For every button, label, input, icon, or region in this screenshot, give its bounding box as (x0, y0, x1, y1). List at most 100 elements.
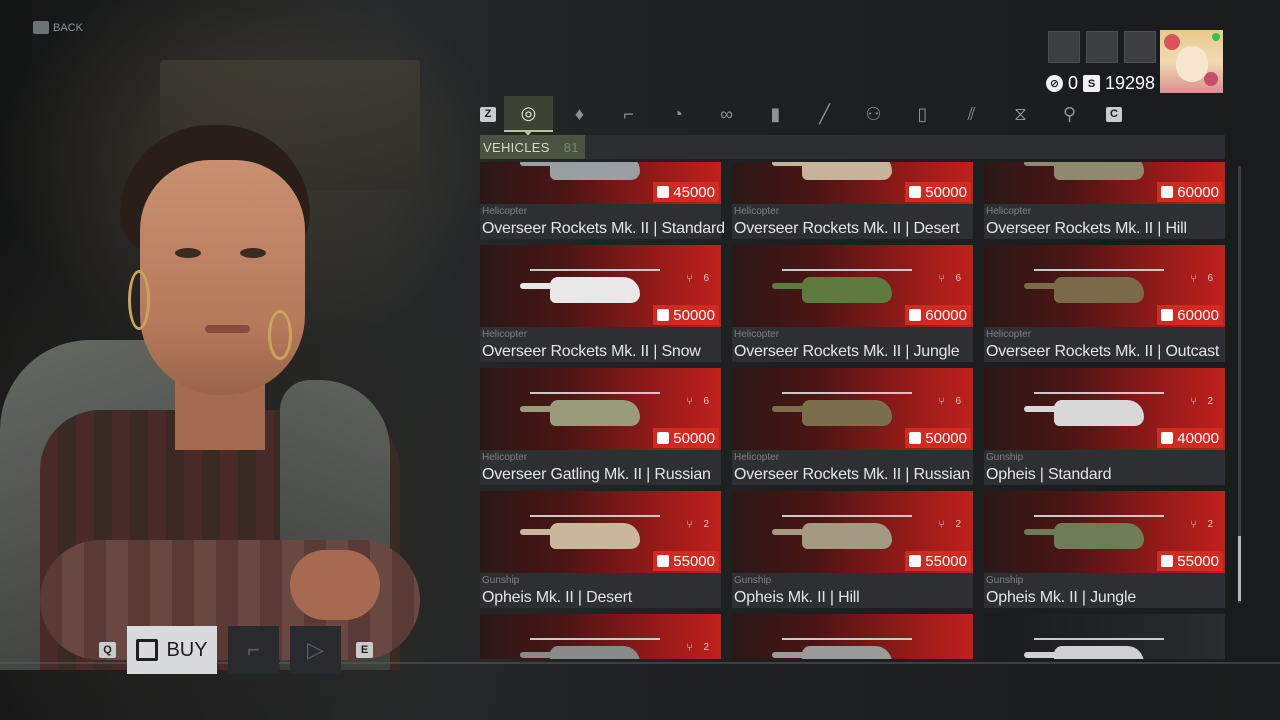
tab-ammo[interactable]: ⫽ (947, 96, 996, 132)
seat-count: 6 (1207, 273, 1213, 284)
tab-weapon[interactable]: ⌐ (604, 96, 653, 132)
vehicle-name: Overseer Rockets Mk. II | Russian (734, 466, 970, 483)
vehicle-card[interactable]: ⑂ 6 50000 Helicopter Overseer Rockets Mk. II… (480, 245, 721, 362)
tab-tool[interactable]: ⚲ (1045, 96, 1094, 132)
vehicle-card[interactable]: ⑂160000 Helicopter Overseer Rockets Mk. II… (984, 162, 1225, 239)
vehicle-image: ⑂ 2 40000 (984, 368, 1225, 450)
right-eye (240, 248, 266, 258)
vehicle-card[interactable]: ⑂ 2 55000 Gunship Opheis Mk. II | Jungle (984, 491, 1225, 608)
price-tag: 60000 (1157, 182, 1223, 202)
price-tag: 60000 (905, 305, 971, 325)
vehicle-name: Overseer Rockets Mk. II | Outcast (986, 343, 1220, 360)
helicopter-icon (1024, 162, 1164, 184)
vehicle-card[interactable]: ⑂ 6 60000 Helicopter Overseer Rockets Mk. II… (732, 245, 973, 362)
vehicle-card[interactable] (732, 614, 973, 659)
price-tag: 55000 (653, 551, 719, 571)
vehicle-image (732, 614, 973, 659)
gift-button[interactable]: ▷ (290, 626, 341, 674)
tab-knife[interactable]: ╱ (800, 96, 849, 132)
avatar-face (1176, 46, 1208, 82)
vehicle-card[interactable]: ⑂ 2 (480, 614, 721, 659)
vehicle-card[interactable]: ⑂ 2 40000 Gunship Opheis | Standard (984, 368, 1225, 485)
ammo-icon: ⫽ (967, 103, 976, 124)
empty-slot[interactable] (1124, 31, 1156, 63)
price-tag: 55000 (905, 551, 971, 571)
vehicle-type: Gunship (986, 452, 1024, 463)
q-key[interactable]: Q (99, 642, 116, 658)
vehicle-card[interactable]: ⑂ 6 50000 Helicopter Overseer Rockets Mk. II… (732, 368, 973, 485)
vehicle-name: Opheis Mk. II | Hill (734, 589, 860, 606)
tab-canister[interactable]: ▯ (898, 96, 947, 132)
tab-helmet[interactable]: ◔ (653, 96, 702, 132)
helicopter-icon (520, 162, 660, 184)
vehicle-type: Helicopter (482, 206, 528, 217)
price-tag: 50000 (653, 305, 719, 325)
scrollbar-thumb[interactable] (1238, 536, 1241, 601)
next-category-key[interactable]: C (1106, 106, 1122, 122)
equip-weapon-button[interactable]: ⌐ (228, 626, 279, 674)
tab-armor[interactable]: ▮ (751, 96, 800, 132)
scrollbar[interactable] (1238, 166, 1241, 603)
seat-count: 6 (955, 273, 961, 284)
seat-count: 6 (703, 396, 709, 407)
vehicle-name: Overseer Rockets Mk. II | Hill (986, 220, 1187, 237)
vehicle-card[interactable]: ⑂ 6 60000 Helicopter Overseer Rockets Mk. II… (984, 245, 1225, 362)
seat-icon: ⑂ (938, 519, 945, 531)
vehicle-type: Gunship (986, 575, 1024, 586)
back-label: BACK (53, 21, 83, 34)
tab-goggles[interactable]: ∞ (702, 96, 751, 132)
back-button[interactable]: BACK (33, 21, 83, 34)
price-tag: 50000 (905, 428, 971, 448)
tab-steering-wheel[interactable]: ◎ (504, 96, 553, 136)
weapon-icon: ⌐ (623, 103, 634, 124)
tab-drone[interactable]: ⧖ (996, 96, 1045, 132)
vehicle-card[interactable]: ⑂150000 Helicopter Overseer Rockets Mk. II… (732, 162, 973, 239)
empty-slot[interactable] (1086, 31, 1118, 63)
escape-key-icon (33, 21, 49, 34)
vehicle-name: Opheis Mk. II | Desert (482, 589, 633, 606)
action-bar: Q BUY ⌐ ▷ E (99, 626, 373, 674)
gift-icon: ▷ (307, 637, 324, 662)
grenade-icon: ♦ (574, 103, 585, 124)
e-key[interactable]: E (356, 642, 373, 658)
seat-icon: ⑂ (1190, 273, 1197, 285)
player-avatar[interactable] (1160, 30, 1223, 93)
vehicle-card[interactable]: ⑂ 2 55000 Gunship Opheis Mk. II | Desert (480, 491, 721, 608)
prev-category-key[interactable]: Z (480, 106, 496, 122)
seat-count: 6 (703, 273, 709, 284)
helicopter-icon (520, 390, 660, 430)
earring-right (268, 310, 292, 360)
vehicle-grid-viewport: ⑂145000 Helicopter Overseer Rockets Mk. II… (480, 162, 1225, 659)
vehicle-card[interactable]: ⑂145000 Helicopter Overseer Rockets Mk. II… (480, 162, 725, 239)
tab-team[interactable]: ⚇ (849, 96, 898, 132)
buy-label: BUY (166, 638, 208, 661)
seat-icon: ⑂ (1190, 519, 1197, 531)
empty-slot[interactable] (1048, 31, 1080, 63)
vehicle-name: Overseer Gatling Mk. II | Russian (482, 466, 711, 483)
price-tag: 50000 (653, 428, 719, 448)
vehicle-image (984, 614, 1225, 659)
section-count: 81 (563, 139, 579, 155)
vehicle-name: Opheis Mk. II | Jungle (986, 589, 1137, 606)
price-tag: 60000 (1157, 305, 1223, 325)
tab-grenade[interactable]: ♦ (555, 96, 604, 132)
weapon-icon: ⌐ (247, 637, 260, 662)
price-tag: 40000 (1157, 428, 1223, 448)
vehicle-card[interactable]: ⑂ 2 55000 Gunship Opheis Mk. II | Hill (732, 491, 973, 608)
seat-icon: ⑂ (686, 396, 693, 408)
section-header: VEHICLES 81 (480, 135, 1225, 159)
helicopter-icon (772, 267, 912, 307)
credits-currency-value: 19298 (1105, 73, 1156, 93)
seat-count: 2 (955, 519, 961, 530)
buy-button[interactable]: BUY (127, 626, 217, 674)
seat-icon: ⑂ (938, 273, 945, 285)
currency-display: ⊘ 0 S 19298 (1046, 73, 1155, 94)
vehicle-image: ⑂ 6 50000 (480, 245, 721, 327)
helicopter-icon (520, 267, 660, 307)
vehicle-type: Helicopter (482, 329, 528, 340)
vehicle-type: Helicopter (734, 452, 780, 463)
vehicle-type: Gunship (734, 575, 772, 586)
vehicle-card[interactable]: ⑂ 6 50000 Helicopter Overseer Gatling Mk. II… (480, 368, 721, 485)
helicopter-icon (1024, 636, 1164, 659)
vehicle-card[interactable] (984, 614, 1225, 659)
